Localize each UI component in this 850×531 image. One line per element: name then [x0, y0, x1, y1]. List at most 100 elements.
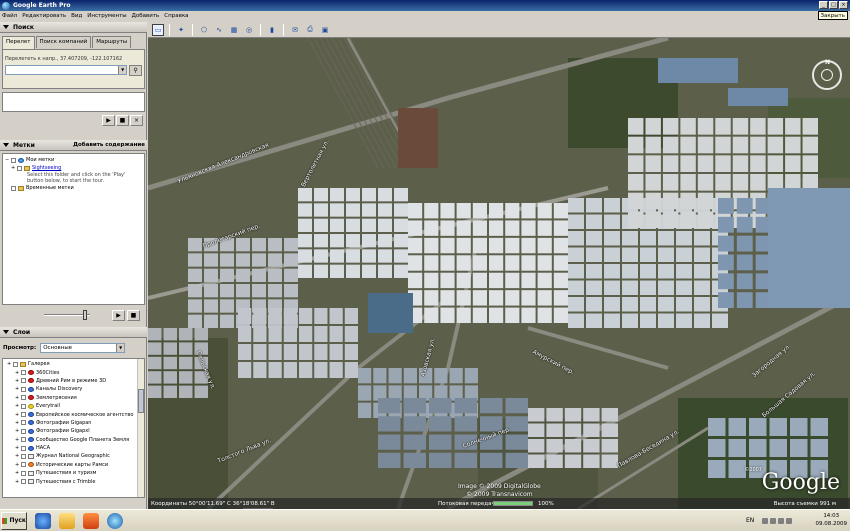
- clear-search-button[interactable]: ×: [130, 115, 143, 126]
- checkbox[interactable]: [21, 445, 26, 451]
- expand-icon[interactable]: +: [7, 361, 12, 367]
- expand-icon[interactable]: +: [15, 412, 20, 418]
- tray-icon[interactable]: [786, 517, 793, 524]
- checkbox[interactable]: [21, 395, 26, 401]
- tab-directions[interactable]: Маршруты: [92, 36, 132, 48]
- layer-item[interactable]: + Исторические карты Рамси: [5, 461, 142, 469]
- map-view[interactable]: Ульяновская-Александровская Пролетарский…: [148, 38, 850, 509]
- chevron-down-icon[interactable]: ▼: [116, 344, 125, 352]
- menu-view[interactable]: Вид: [71, 13, 82, 19]
- layer-item[interactable]: + Фотографии Gigapxl: [5, 427, 142, 435]
- stop-button[interactable]: ■: [127, 310, 140, 321]
- maximize-button[interactable]: □: [829, 1, 838, 9]
- checkbox[interactable]: [21, 453, 26, 459]
- minimize-button[interactable]: _: [819, 1, 828, 9]
- layer-item[interactable]: + Каналы Discovery: [5, 385, 142, 393]
- look-joystick-icon[interactable]: [821, 69, 833, 81]
- expand-icon[interactable]: +: [15, 386, 20, 392]
- checkbox[interactable]: [21, 428, 26, 434]
- language-indicator[interactable]: EN: [746, 517, 754, 524]
- expand-icon[interactable]: +: [15, 453, 20, 459]
- checkbox[interactable]: [21, 462, 26, 468]
- layer-item[interactable]: + Путешествия с Trimble: [5, 477, 142, 485]
- places-panel-header[interactable]: Метки Добавить содержание: [0, 140, 147, 151]
- path-icon[interactable]: ∿: [213, 24, 225, 36]
- viewer-select[interactable]: Основные ▼: [40, 343, 126, 353]
- placemark-icon[interactable]: ✦: [175, 24, 187, 36]
- stop-button[interactable]: ■: [116, 115, 129, 126]
- layers-scrollbar[interactable]: [137, 359, 144, 497]
- expand-icon[interactable]: +: [11, 165, 16, 171]
- layer-item[interactable]: + Сообщество Google Планета Земля: [5, 436, 142, 444]
- expand-icon[interactable]: +: [15, 479, 20, 485]
- checkbox[interactable]: [13, 361, 18, 367]
- tray-icon[interactable]: [770, 517, 777, 524]
- expand-icon[interactable]: +: [15, 395, 20, 401]
- search-results[interactable]: [2, 92, 145, 112]
- tree-item-my-places[interactable]: − Мои метки: [5, 156, 142, 164]
- checkbox[interactable]: [21, 403, 26, 409]
- polygon-icon[interactable]: ⬠: [198, 24, 210, 36]
- print-icon[interactable]: ⎙: [304, 24, 316, 36]
- checkbox[interactable]: [11, 157, 16, 163]
- play-tour-button[interactable]: ▶: [112, 310, 125, 321]
- expand-icon[interactable]: +: [15, 428, 20, 434]
- combo-arrow-icon[interactable]: ▼: [118, 66, 127, 74]
- expand-icon[interactable]: +: [15, 370, 20, 376]
- email-icon[interactable]: ✉: [289, 24, 301, 36]
- search-panel-header[interactable]: Поиск: [0, 22, 147, 33]
- add-content-button[interactable]: Добавить содержание: [73, 140, 145, 151]
- expand-icon[interactable]: +: [15, 445, 20, 451]
- view-in-maps-icon[interactable]: ▣: [319, 24, 331, 36]
- record-tour-icon[interactable]: ◎: [243, 24, 255, 36]
- scrollbar-thumb[interactable]: [138, 389, 144, 413]
- checkbox[interactable]: [21, 412, 26, 418]
- expand-icon[interactable]: +: [15, 378, 20, 384]
- menu-tools[interactable]: Инструменты: [87, 13, 126, 19]
- checkbox[interactable]: [21, 378, 26, 384]
- checkbox[interactable]: [11, 185, 16, 191]
- checkbox[interactable]: [21, 386, 26, 392]
- tree-item-label[interactable]: Sightseeing: [32, 165, 61, 171]
- menu-help[interactable]: Справка: [164, 13, 188, 19]
- expand-icon[interactable]: −: [5, 157, 10, 163]
- explorer-folder-icon[interactable]: [59, 512, 75, 529]
- image-overlay-icon[interactable]: ▦: [228, 24, 240, 36]
- checkbox[interactable]: [21, 370, 26, 376]
- play-tour-button[interactable]: ▶: [102, 115, 115, 126]
- navigation-compass[interactable]: N: [812, 59, 842, 90]
- expand-icon[interactable]: +: [15, 437, 20, 443]
- checkbox[interactable]: [21, 437, 26, 443]
- fly-to-input[interactable]: ▼: [5, 65, 128, 75]
- start-button[interactable]: Пуск: [1, 511, 27, 530]
- checkbox[interactable]: [21, 470, 26, 476]
- menu-edit[interactable]: Редактировать: [22, 13, 66, 19]
- expand-icon[interactable]: +: [15, 420, 20, 426]
- checkbox[interactable]: [17, 165, 22, 171]
- tree-item-temporary-places[interactable]: Временные метки: [5, 184, 142, 192]
- layer-item[interactable]: +360Cities: [5, 368, 142, 376]
- tray-icon[interactable]: [778, 517, 785, 524]
- media-player-icon[interactable]: [83, 512, 99, 529]
- tray-icon[interactable]: [762, 517, 769, 524]
- google-earth-task-icon[interactable]: [107, 512, 123, 529]
- historical-imagery-icon[interactable]: ▮: [266, 24, 278, 36]
- layer-item[interactable]: + Галерея: [5, 360, 142, 368]
- menu-file[interactable]: Файл: [2, 13, 17, 19]
- checkbox[interactable]: [21, 420, 26, 426]
- layer-item[interactable]: + Фотографии Gigapan: [5, 419, 142, 427]
- slider-thumb[interactable]: [83, 310, 87, 320]
- layer-item[interactable]: + НАСА: [5, 444, 142, 452]
- internet-explorer-icon[interactable]: [35, 512, 51, 529]
- expand-icon[interactable]: +: [15, 462, 20, 468]
- tab-fly-to[interactable]: Перелет: [2, 36, 35, 49]
- layer-item[interactable]: + Путешествия и туризм: [5, 469, 142, 477]
- menu-add[interactable]: Добавить: [132, 13, 160, 19]
- layer-item[interactable]: + Землетрясения: [5, 394, 142, 402]
- clock[interactable]: 14:03 09.08.2009: [816, 512, 848, 528]
- layer-item[interactable]: + Everytrail: [5, 402, 142, 410]
- layers-panel-header[interactable]: Слои: [0, 327, 147, 338]
- checkbox[interactable]: [21, 479, 26, 485]
- sidebar-toggle-icon[interactable]: ▭: [152, 23, 164, 36]
- expand-icon[interactable]: +: [15, 403, 20, 409]
